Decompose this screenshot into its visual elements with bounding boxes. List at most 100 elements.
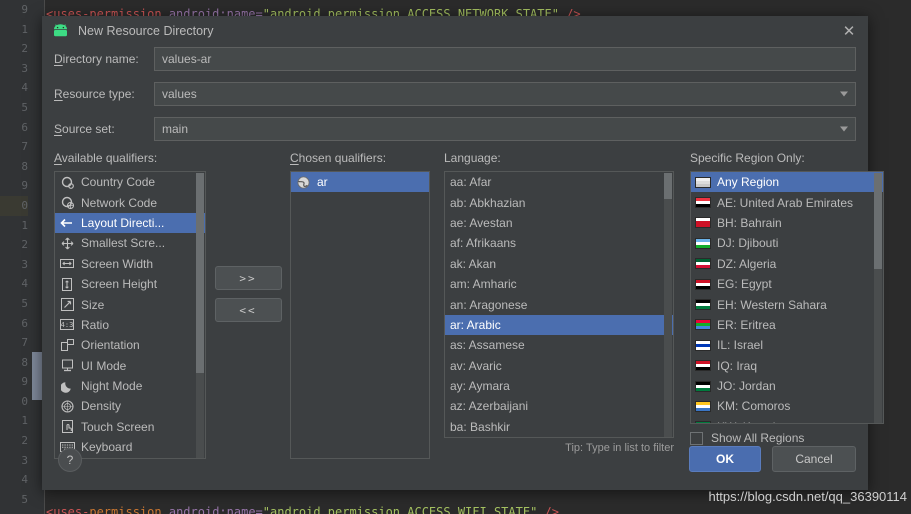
region-item[interactable]: EG: Egypt <box>691 274 883 294</box>
layout-direction-icon <box>59 216 75 230</box>
language-label: an: Aragonese <box>450 297 528 312</box>
screen: <uses-permission android:name="android.p… <box>0 0 911 514</box>
language-item[interactable]: av: Avaric <box>445 356 673 376</box>
language-list[interactable]: aa: Afar ab: Abkhazian ae: Avestan af: Afri… <box>444 171 674 438</box>
gutter-line-number: 9 <box>21 3 28 16</box>
language-item[interactable]: an: Aragonese <box>445 294 673 314</box>
flag-icon <box>695 236 711 250</box>
region-label: KM: Comoros <box>717 399 791 414</box>
resource-type-label: Resource type: <box>54 87 135 101</box>
gutter-line-number: 9 <box>21 179 28 193</box>
scrollbar-thumb[interactable] <box>664 173 672 199</box>
region-item[interactable]: DZ: Algeria <box>691 254 883 274</box>
available-qualifier-item[interactable]: Night Mode <box>55 376 205 396</box>
gutter-line-number: 1 <box>21 22 28 36</box>
language-item[interactable]: af: Afrikaans <box>445 233 673 253</box>
chosen-qualifiers-column: Chosen qualifiers: ar <box>290 151 430 459</box>
region-list[interactable]: Any Region AE: United Arab Emirates BH: Ba… <box>690 171 884 424</box>
language-item[interactable]: ae: Avestan <box>445 213 673 233</box>
chosen-qualifiers-heading: Chosen qualifiers: <box>290 151 387 165</box>
editor-gutter: 9 1 2 3 4 5 6 7 8 9 0 1 2 3 4 5 6 7 8 9 0 1 2 3 4 5 <box>0 0 32 514</box>
directory-name-input[interactable]: values-ar <box>154 47 856 71</box>
available-qualifier-label: Network Code <box>81 195 158 210</box>
language-list-scrollbar[interactable] <box>664 173 672 437</box>
close-icon[interactable]: ✕ <box>838 20 860 42</box>
language-item[interactable]: as: Assamese <box>445 335 673 355</box>
gutter-line-number: 2 <box>21 238 28 252</box>
dialog-title: New Resource Directory <box>78 24 214 38</box>
available-qualifier-item[interactable]: Layout Directi... <box>55 212 205 234</box>
gutter-line-number: 0 <box>0 195 28 216</box>
region-item[interactable]: Any Region <box>691 172 883 193</box>
language-label: ar: Arabic <box>450 317 501 332</box>
available-qualifier-item[interactable]: UI Mode <box>55 356 205 376</box>
available-qualifier-item[interactable]: Smallest Scre... <box>55 233 205 253</box>
language-item[interactable]: am: Amharic <box>445 274 673 294</box>
available-qualifier-item[interactable]: Screen Width <box>55 254 205 274</box>
language-label: ay: Aymara <box>450 379 510 394</box>
region-list-scrollbar[interactable] <box>874 173 882 423</box>
region-item[interactable]: KW: Kuwait <box>691 417 883 423</box>
available-qualifiers-list[interactable]: Country Code Network Code Layout Directi..… <box>54 171 206 459</box>
available-qualifier-label: UI Mode <box>81 358 127 373</box>
ok-button[interactable]: OK <box>689 446 761 472</box>
help-button[interactable]: ? <box>58 448 82 472</box>
region-item[interactable]: KM: Comoros <box>691 396 883 416</box>
region-label: KW: Kuwait <box>717 420 779 423</box>
available-qualifier-item[interactable]: Density <box>55 396 205 416</box>
source-set-select[interactable]: main <box>154 117 856 141</box>
remove-qualifier-button[interactable]: << <box>214 298 282 322</box>
available-qualifier-item[interactable]: Size <box>55 294 205 314</box>
available-qualifier-label: Screen Height <box>81 277 158 292</box>
region-item[interactable]: IL: Israel <box>691 335 883 355</box>
available-qualifier-item[interactable]: Network Code <box>55 192 205 212</box>
add-qualifier-button[interactable]: >> <box>214 266 282 290</box>
language-item[interactable]: ak: Akan <box>445 254 673 274</box>
language-item[interactable]: aa: Afar <box>445 172 673 192</box>
flag-icon <box>695 420 711 423</box>
available-qualifier-item[interactable]: Country Code <box>55 172 205 192</box>
region-item[interactable]: ER: Eritrea <box>691 315 883 335</box>
available-qualifier-label: Country Code <box>81 175 156 190</box>
region-item[interactable]: DJ: Djibouti <box>691 233 883 253</box>
language-heading: Language: <box>444 151 501 165</box>
region-item[interactable]: BH: Bahrain <box>691 213 883 233</box>
available-qualifier-item[interactable]: 4:3 Ratio <box>55 315 205 335</box>
flag-icon <box>695 318 711 332</box>
region-column: Specific Region Only: Any Region AE: Unit… <box>690 151 884 459</box>
resource-type-select[interactable]: values <box>154 82 856 106</box>
available-qualifier-item[interactable]: Touch Screen <box>55 417 205 437</box>
region-label: AE: United Arab Emirates <box>717 195 854 210</box>
code-line-bottom: <uses-permission android:name="android.p… <box>46 505 559 514</box>
gutter-line-number: 5 <box>21 492 28 506</box>
available-list-scrollbar[interactable] <box>196 173 204 458</box>
chosen-qualifiers-list[interactable]: ar <box>290 171 430 459</box>
scrollbar-thumb[interactable] <box>874 173 882 269</box>
available-qualifier-item[interactable]: Orientation <box>55 335 205 355</box>
orientation-icon <box>59 338 75 352</box>
flag-icon <box>695 216 711 230</box>
android-droid-icon <box>52 24 69 38</box>
region-item[interactable]: EH: Western Sahara <box>691 294 883 314</box>
gutter-line-number: 6 <box>21 120 28 134</box>
scrollbar-thumb[interactable] <box>196 173 204 373</box>
move-buttons-column: >> << <box>206 151 290 459</box>
gutter-line-number: 6 <box>21 316 28 330</box>
qualifier-columns: Available qualifiers: Country Code Networ… <box>42 151 884 459</box>
size-icon <box>59 298 75 312</box>
language-item[interactable]: az: Azerbaijani <box>445 396 673 416</box>
cancel-button[interactable]: Cancel <box>772 446 856 472</box>
language-item[interactable]: ar: Arabic <box>445 314 673 336</box>
chosen-qualifier-item[interactable]: ar <box>291 172 429 193</box>
region-item[interactable]: IQ: Iraq <box>691 356 883 376</box>
region-item[interactable]: AE: United Arab Emirates <box>691 192 883 212</box>
language-label: aa: Afar <box>450 175 492 190</box>
language-item[interactable]: ba: Bashkir <box>445 417 673 437</box>
dialog-titlebar: New Resource Directory ✕ <box>42 16 868 46</box>
region-item[interactable]: JO: Jordan <box>691 376 883 396</box>
language-label: ab: Abkhazian <box>450 195 526 210</box>
region-label: IL: Israel <box>717 338 764 353</box>
language-item[interactable]: ay: Aymara <box>445 376 673 396</box>
available-qualifier-item[interactable]: Screen Height <box>55 274 205 294</box>
language-item[interactable]: ab: Abkhazian <box>445 192 673 212</box>
